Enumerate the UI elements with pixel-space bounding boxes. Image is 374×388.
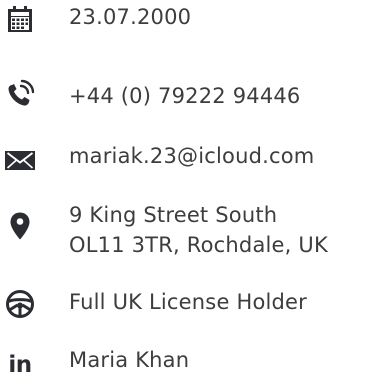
birth-date-text: 23.07.2000 — [69, 5, 192, 29]
steering-wheel-icon — [0, 286, 40, 322]
email-text[interactable]: mariak.23@icloud.com — [69, 143, 314, 170]
address-line-1: 9 King Street South — [69, 203, 278, 227]
address-text: 9 King Street South OL11 3TR, Rochdale, … — [69, 200, 328, 260]
map-pin-icon — [0, 208, 40, 244]
linkedin-text[interactable]: Maria Khan — [69, 347, 189, 374]
envelope-icon[interactable] — [0, 142, 40, 178]
phone-icon[interactable] — [0, 76, 40, 112]
license-text: Full UK License Holder — [69, 290, 308, 314]
linkedin-logo-text: in — [8, 352, 32, 378]
contact-details: 23.07.2000 +44 (0) 79222 94446 mariak.23… — [0, 0, 374, 388]
phone-text[interactable]: +44 (0) 79222 94446 — [69, 83, 301, 110]
address-line-2: OL11 3TR, Rochdale, UK — [69, 233, 328, 257]
linkedin-icon[interactable]: in — [0, 347, 40, 383]
calendar-icon — [0, 2, 40, 38]
